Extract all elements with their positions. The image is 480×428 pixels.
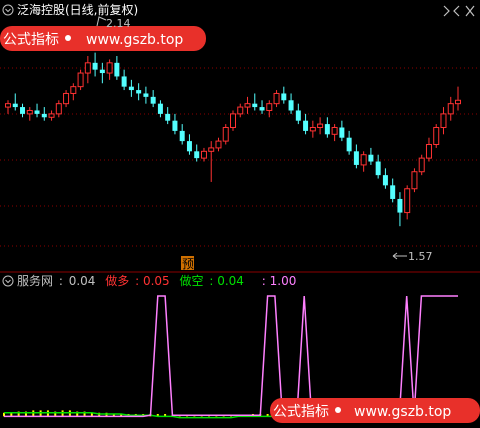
candle-body: [295, 110, 301, 121]
candle-body: [26, 109, 33, 115]
candle-body: [143, 93, 149, 97]
candle-body: [281, 93, 287, 101]
candle-body: [440, 113, 447, 128]
watermark-url: www.gszb.top: [354, 404, 451, 420]
candle-body: [121, 76, 127, 87]
candle-body: [77, 72, 84, 88]
candle-body: [5, 103, 11, 108]
candle-body: [404, 188, 411, 214]
candle-body: [165, 113, 171, 121]
indicator-legend: 服务网 : 0.04 做多 : 0.05 做空 : 0.04 : 1.00: [17, 273, 296, 288]
candle-body: [237, 106, 244, 115]
watermark-label: 公式指标: [3, 32, 59, 48]
candle-body: [63, 92, 70, 105]
candle-body: [244, 103, 251, 108]
indicator-value: 0.04: [69, 274, 96, 288]
signal-label: 预: [182, 257, 194, 271]
arrow-left-icon[interactable]: [443, 5, 450, 17]
candle-body: [390, 185, 396, 199]
high-label: 2.14: [106, 17, 131, 30]
candle-body: [172, 120, 178, 131]
candle-body: [200, 150, 207, 159]
candle-body: [12, 103, 18, 108]
candle-body: [106, 62, 113, 74]
indicator-sep: :: [59, 274, 63, 288]
candle-body: [259, 107, 265, 111]
candle-body: [20, 107, 26, 114]
candle-body: [34, 110, 40, 114]
candle-body: [418, 157, 425, 173]
candlestick-series: [5, 52, 461, 227]
indicator-name: 服务网: [17, 273, 53, 288]
candle-body: [92, 62, 98, 70]
collapse-icon[interactable]: [2, 4, 14, 16]
candle-body: [114, 62, 120, 77]
candle-body: [303, 120, 309, 131]
candle-body: [339, 127, 345, 138]
chevron-down-icon: [5, 279, 11, 284]
candle-body: [215, 140, 222, 149]
candle-body: [222, 126, 229, 142]
signal-marker: 预: [181, 256, 194, 271]
candle-body: [157, 103, 163, 114]
candle-body: [368, 154, 374, 162]
short-label: 做多: [105, 273, 129, 288]
candle-body: [150, 96, 156, 104]
watermark-bottom: 公式指标 www.gszb.top: [270, 398, 480, 423]
stock-title: 泛海控股(日线,前复权): [17, 2, 138, 17]
candle-body: [273, 92, 280, 105]
candle-body: [346, 137, 352, 152]
long-value: : 0.04: [209, 274, 244, 288]
grid-lines: [0, 67, 480, 247]
candle-body: [179, 130, 185, 142]
window-buttons: [443, 5, 475, 17]
candle-body: [455, 99, 461, 105]
candle-body: [382, 175, 388, 186]
candle-body: [425, 144, 432, 159]
candle-body: [360, 154, 367, 166]
candle-body: [70, 86, 77, 94]
candle-body: [309, 126, 316, 132]
candle-body: [48, 113, 55, 118]
close-icon[interactable]: [465, 5, 475, 17]
candle-body: [447, 103, 454, 115]
candle-body: [99, 69, 105, 74]
candle-body: [397, 198, 403, 213]
chevron-down-icon: [5, 8, 11, 13]
candle-body: [55, 103, 62, 115]
arrow-right-icon[interactable]: [453, 5, 460, 17]
extra-value: : 1.00: [262, 274, 297, 288]
candle-body: [266, 103, 273, 111]
candle-body: [252, 103, 258, 108]
candle-body: [324, 124, 330, 135]
candle-body: [208, 147, 215, 152]
flag-icon: [96, 16, 107, 27]
candle-body: [375, 161, 381, 176]
chart-canvas: 泛海控股(日线,前复权) 公式指标 www.gszb.top 2.14 1.57…: [0, 2, 480, 423]
candle-body: [288, 100, 294, 111]
candle-body: [230, 113, 236, 128]
low-label: 1.57: [408, 250, 433, 263]
candle-body: [136, 90, 142, 94]
watermark-dot-icon: [65, 35, 71, 41]
candle-body: [128, 86, 134, 91]
candle-body: [186, 141, 192, 152]
watermark-label: 公式指标: [273, 404, 329, 420]
watermark-top: 公式指标 www.gszb.top: [0, 26, 206, 51]
candle-body: [433, 126, 440, 146]
candle-body: [317, 123, 324, 128]
candle-body: [41, 113, 47, 118]
candle-body: [194, 151, 200, 159]
low-marker: 1.57: [392, 250, 433, 263]
watermark-dot-icon: [335, 407, 341, 413]
candle-body: [331, 126, 338, 135]
short-value: : 0.05: [135, 274, 170, 288]
collapse-icon[interactable]: [2, 275, 14, 287]
watermark-url: www.gszb.top: [86, 32, 183, 48]
candle-body: [84, 62, 91, 74]
candle-body: [411, 171, 418, 190]
candle-body: [353, 151, 359, 165]
long-label: 做空: [180, 273, 204, 288]
arrow-left-icon: [392, 252, 407, 260]
